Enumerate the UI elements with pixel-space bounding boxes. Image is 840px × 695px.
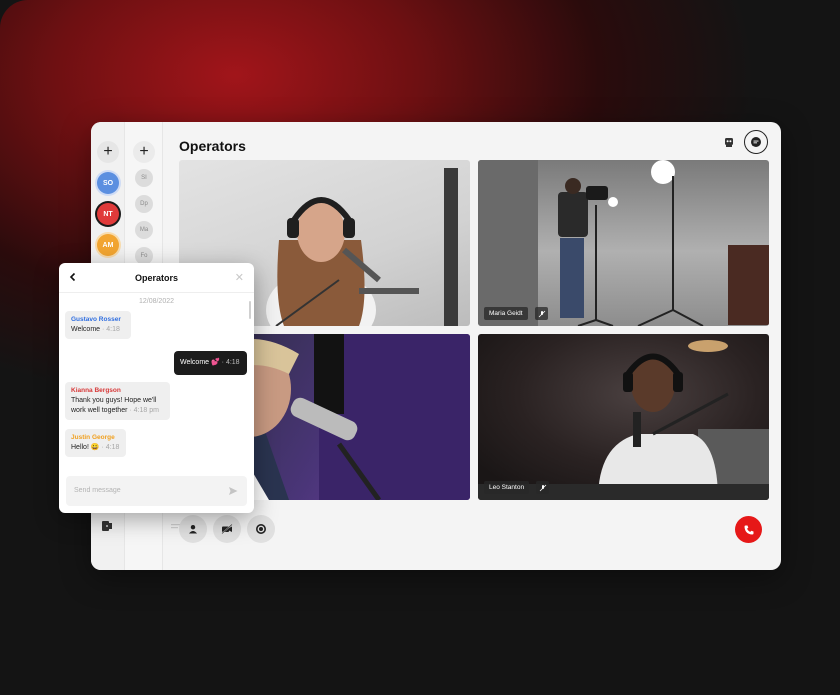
chat-title: Operators [134, 273, 178, 283]
message-sender: Justin George [71, 434, 115, 441]
chat-panel: Operators ✕ 12/08/2022 Gustavo Rosser We… [59, 263, 254, 513]
add-channel-button[interactable]: + [133, 141, 155, 163]
mic-off-icon [535, 307, 548, 320]
message-input[interactable]: Send message [66, 476, 247, 506]
add-room-button[interactable]: + [97, 141, 119, 163]
chat-scrollbar[interactable] [249, 301, 251, 319]
message-sender: Kianna Bergson [71, 387, 121, 394]
message-placeholder: Send message [74, 487, 121, 494]
chat-header: Operators ✕ [59, 263, 254, 293]
message-time: 4:18 [106, 326, 120, 333]
video-tile-4[interactable]: Leo Stanton [478, 334, 769, 500]
message-text: Hello! 😀 [71, 444, 100, 451]
message-bubble: Welcome 💕 · 4:18 [174, 351, 247, 375]
exit-icon[interactable] [101, 520, 113, 532]
avatar-am[interactable]: AM [97, 234, 119, 256]
end-call-button[interactable] [735, 516, 762, 543]
user-icon [189, 525, 197, 534]
chat-toggle-button[interactable] [744, 130, 768, 154]
video-off-icon [221, 524, 233, 534]
participant-video [478, 340, 769, 500]
avatar-so[interactable]: SO [97, 172, 119, 194]
channel-dp[interactable]: Dp [135, 195, 153, 213]
bot-icon[interactable] [723, 136, 735, 148]
phone-icon [744, 525, 753, 534]
page-title: Operators [179, 138, 246, 154]
message-text: Welcome 💕 [180, 359, 220, 366]
message-time: 4:18 pm [133, 407, 159, 414]
message-time: 4:18 [225, 359, 240, 366]
close-icon[interactable]: ✕ [235, 271, 244, 284]
camera-toggle-button[interactable] [213, 515, 241, 543]
message-sender: Gustavo Rosser [71, 316, 121, 323]
record-icon [256, 524, 266, 534]
participants-button[interactable] [179, 515, 207, 543]
avatar-nt[interactable]: NT [97, 203, 119, 225]
record-button[interactable] [247, 515, 275, 543]
mic-off-icon [536, 481, 549, 494]
participant-video [478, 160, 769, 326]
channel-si[interactable]: SI [135, 169, 153, 187]
chat-bubble-icon [751, 137, 761, 147]
message-time: 4:18 [105, 444, 120, 451]
participant-name: Maria Geidt [484, 307, 528, 320]
participant-name: Leo Stanton [484, 481, 530, 494]
message-bubble: Justin George Hello! 😀 · 4:18 [65, 429, 126, 457]
chat-date: 12/08/2022 [138, 298, 175, 305]
video-tile-2[interactable]: Maria Geidt [478, 160, 769, 326]
message-text: Welcome [71, 326, 101, 333]
channel-ma[interactable]: Ma [135, 221, 153, 239]
message-bubble: Gustavo Rosser Welcome · 4:18 [65, 311, 131, 339]
send-icon[interactable] [228, 486, 238, 496]
message-bubble: Kianna Bergson Thank you guys! Hope we'l… [65, 382, 170, 420]
